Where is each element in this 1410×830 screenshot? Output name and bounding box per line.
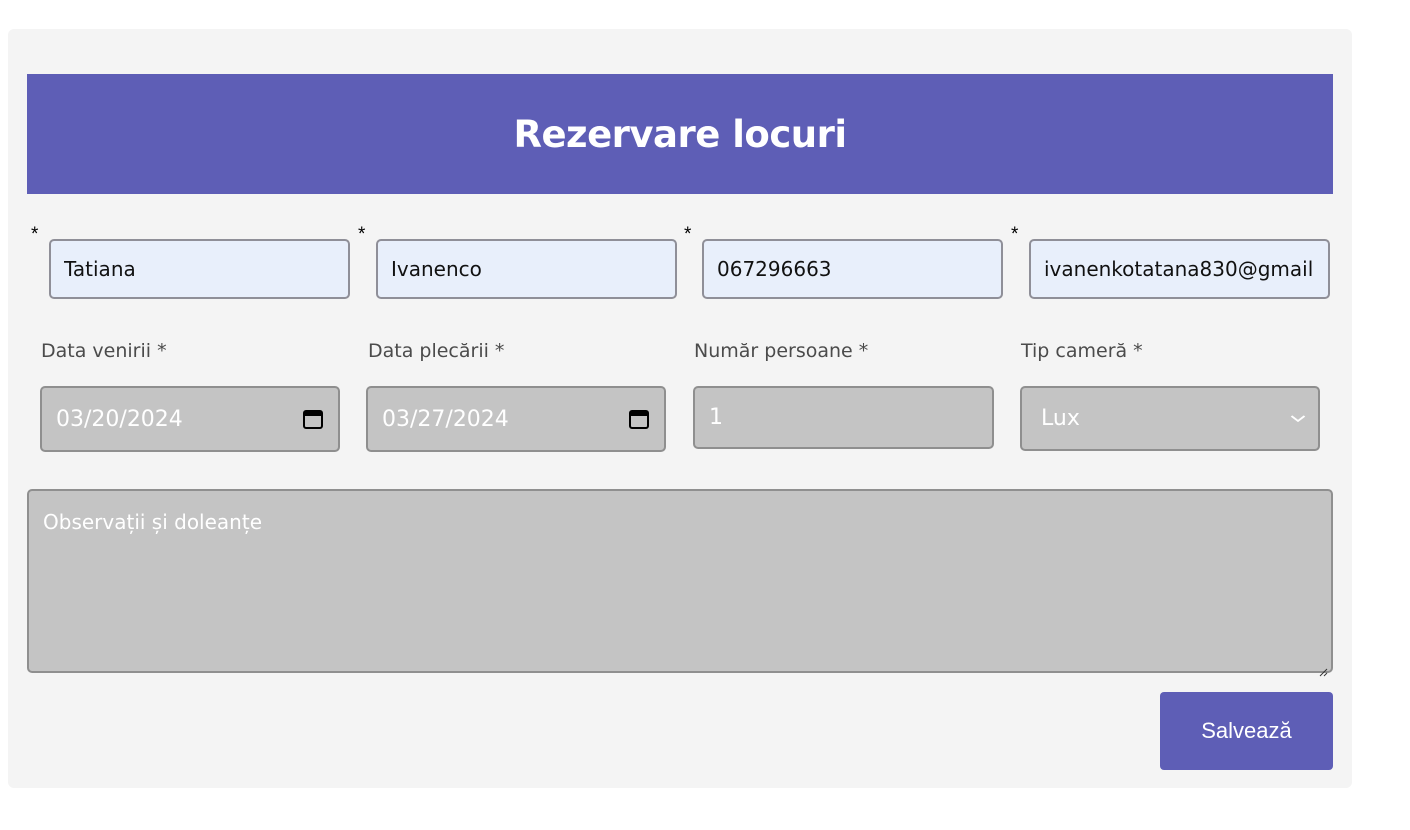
notes-textarea[interactable]: Observații și doleanțe <box>27 489 1333 677</box>
room-type-label: Tip cameră * <box>1021 340 1143 362</box>
required-marker-first-name: * <box>31 224 39 245</box>
form-header: Rezervare locuri <box>27 74 1333 194</box>
departure-date-label: Data plecării * <box>368 340 505 362</box>
resize-handle-icon[interactable] <box>1318 658 1328 677</box>
page-title: Rezervare locuri <box>513 112 847 156</box>
departure-date-value: 03/27/2024 <box>382 406 509 432</box>
chevron-down-icon <box>1290 411 1306 427</box>
arrival-date-input[interactable]: 03/20/2024 <box>40 386 340 452</box>
persons-count-value: 1 <box>709 405 723 430</box>
notes-placeholder: Observații și doleanțe <box>43 510 262 534</box>
calendar-icon[interactable] <box>302 408 324 430</box>
arrival-date-value: 03/20/2024 <box>56 406 183 432</box>
save-button[interactable]: Salvează <box>1160 692 1333 770</box>
first-name-input[interactable] <box>49 239 350 299</box>
calendar-icon[interactable] <box>628 408 650 430</box>
persons-count-label: Număr persoane * <box>694 340 869 362</box>
email-input[interactable] <box>1029 239 1330 299</box>
room-type-value: Lux <box>1041 406 1080 431</box>
arrival-date-label: Data venirii * <box>41 340 167 362</box>
required-marker-email: * <box>1011 224 1019 245</box>
phone-input[interactable] <box>702 239 1003 299</box>
persons-count-input[interactable]: 1 <box>693 386 994 449</box>
required-marker-phone: * <box>684 224 692 245</box>
last-name-input[interactable] <box>376 239 677 299</box>
room-type-select[interactable]: Lux <box>1020 386 1320 451</box>
departure-date-input[interactable]: 03/27/2024 <box>366 386 666 452</box>
required-marker-last-name: * <box>358 224 366 245</box>
